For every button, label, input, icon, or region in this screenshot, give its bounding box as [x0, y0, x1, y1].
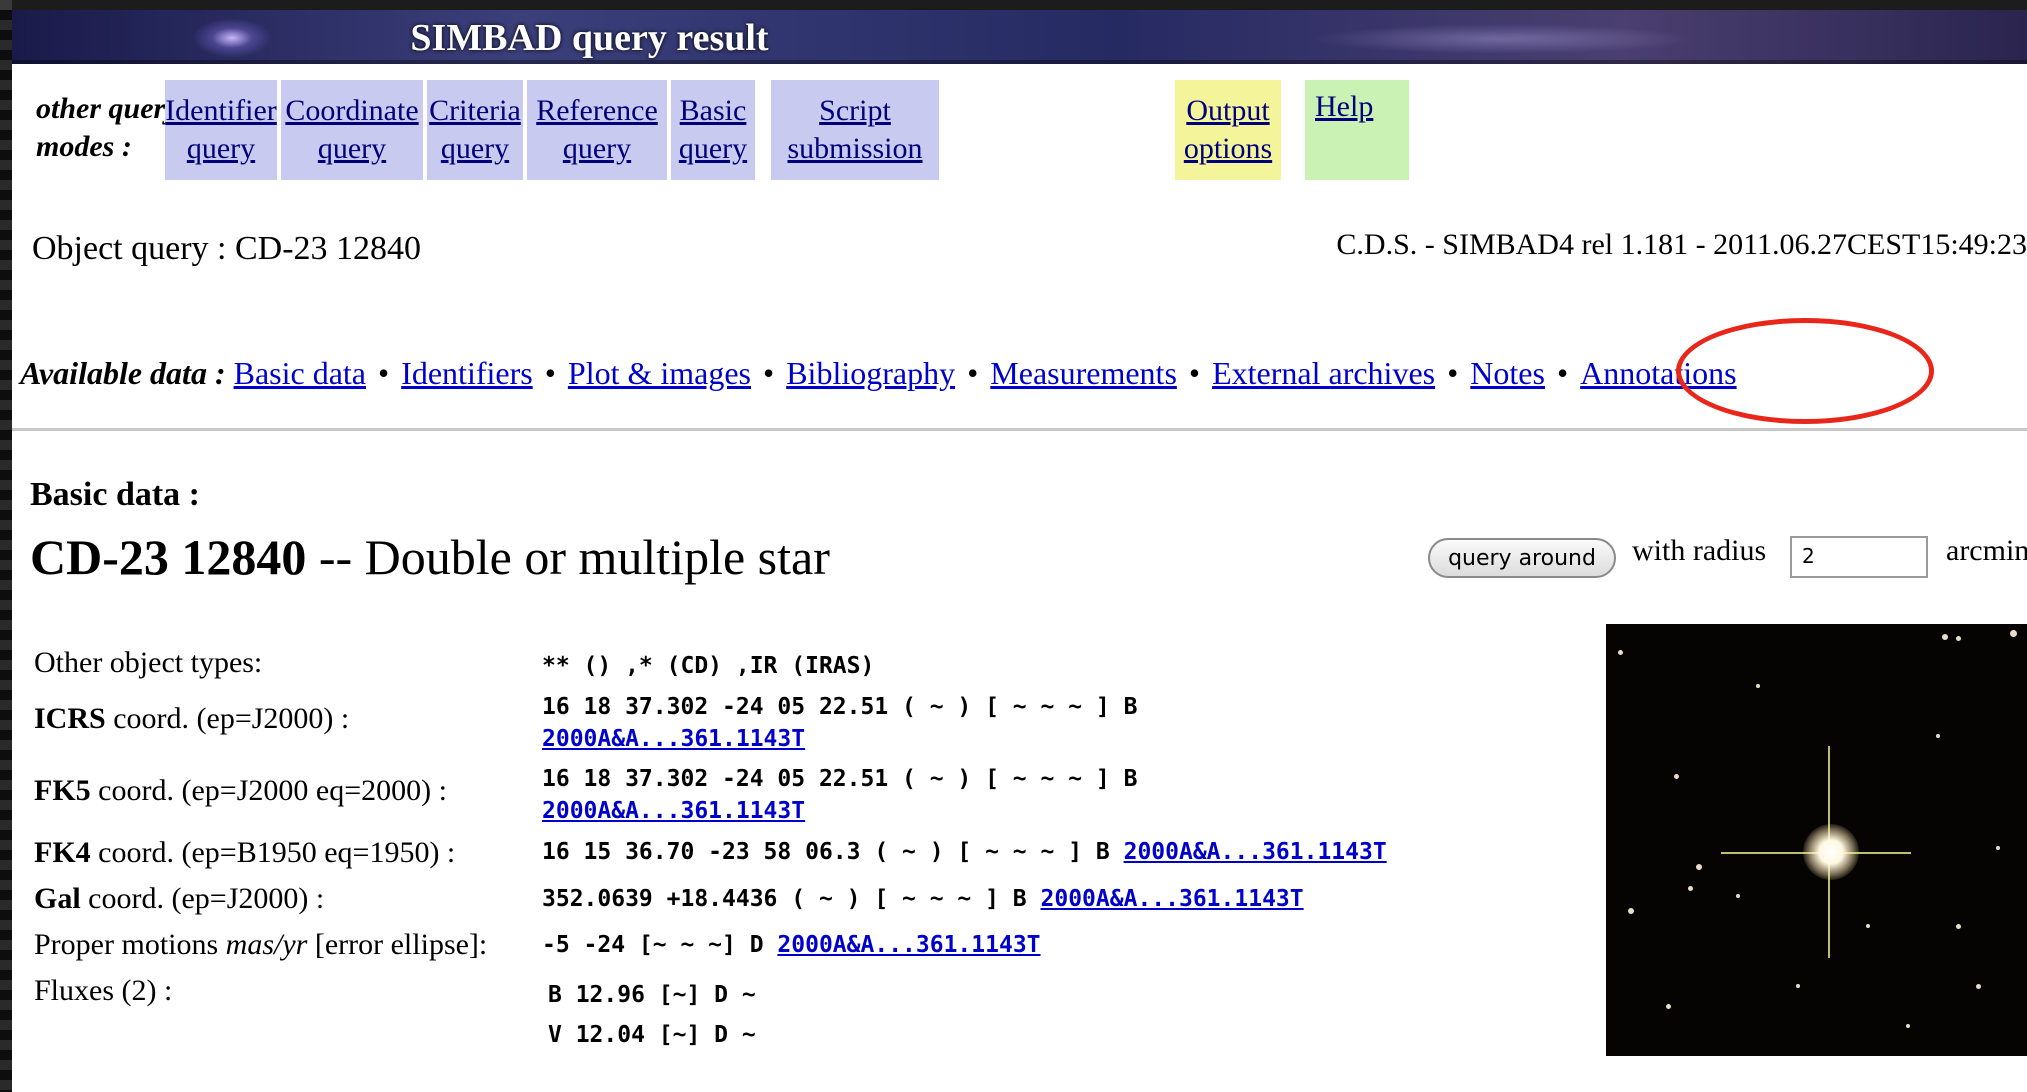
tab-basic-query[interactable]: Basic query [671, 80, 755, 180]
link-ref-fk4[interactable]: 2000A&A...361.1143T [1124, 839, 1387, 865]
available-data-label: Available data : [20, 355, 226, 391]
tab-reference-query[interactable]: Reference query [527, 80, 667, 180]
radius-unit: arcmin [1946, 534, 2027, 567]
ref-fk5: 2000A&A...361.1143T [542, 798, 805, 824]
label-fluxes: Fluxes (2) : [34, 974, 173, 1007]
tab-output-options[interactable]: Output options [1175, 80, 1281, 180]
label-proper-motions: Proper motions mas/yr [error ellipse]: [34, 928, 488, 961]
radius-label: with radius [1632, 534, 1767, 567]
value-fk4: 16 15 36.70 -23 58 06.3 ( ~ ) [ ~ ~ ~ ] … [542, 839, 1387, 865]
link-identifiers[interactable]: Identifiers [401, 355, 533, 391]
target-star-icon [1803, 824, 1859, 880]
banner: SIMBAD query result [12, 10, 2027, 64]
link-ref-gal[interactable]: 2000A&A...361.1143T [1041, 886, 1304, 912]
value-gal: 352.0639 +18.4436 ( ~ ) [ ~ ~ ~ ] B 2000… [542, 886, 1304, 912]
tab-identifier-query[interactable]: Identifier query [165, 80, 277, 180]
radius-input[interactable]: 2 [1790, 536, 1928, 578]
link-plot-images[interactable]: Plot & images [568, 355, 751, 391]
object-type: -- Double or multiple star [306, 529, 830, 585]
annotations-highlight-circle [1676, 318, 1934, 424]
available-data-bar: Available data : Basic data • Identifiers •… [20, 355, 1737, 391]
tab-help[interactable]: Help [1305, 80, 1409, 180]
label-fk4: FK4 coord. (ep=B1950 eq=1950) : [34, 836, 456, 869]
banner-title: SIMBAD query result [410, 17, 769, 59]
value-flux-v: V 12.04 [~] D ~ [548, 1022, 756, 1048]
link-measurements[interactable]: Measurements [990, 355, 1177, 391]
film-border-left [0, 0, 12, 1092]
label-gal: Gal coord. (ep=J2000) : [34, 882, 325, 915]
value-other-object-types: ** () ,* (CD) ,IR (IRAS) [542, 653, 875, 679]
star-field-thumbnail[interactable] [1606, 624, 2027, 1056]
label-other-object-types: Other object types: [34, 646, 263, 679]
link-external-archives[interactable]: External archives [1212, 355, 1435, 391]
value-flux-b: B 12.96 [~] D ~ [548, 982, 756, 1008]
link-bibliography[interactable]: Bibliography [786, 355, 955, 391]
value-proper-motions: -5 -24 [~ ~ ~] D 2000A&A...361.1143T [542, 932, 1041, 958]
link-ref-fk5[interactable]: 2000A&A...361.1143T [542, 798, 805, 824]
release-info: C.D.S. - SIMBAD4 rel 1.181 - 2011.06.27C… [1336, 228, 2027, 261]
ref-icrs: 2000A&A...361.1143T [542, 726, 805, 752]
link-basic-data[interactable]: Basic data [234, 355, 366, 391]
value-fk5: 16 18 37.302 -24 05 22.51 ( ~ ) [ ~ ~ ~ … [542, 766, 1138, 792]
divider [12, 428, 2027, 431]
film-border-top [0, 0, 12, 10]
link-notes[interactable]: Notes [1470, 355, 1545, 391]
simbad-page: SIMBAD query result other query modes : … [12, 10, 2027, 1092]
object-id: CD-23 12840 [30, 529, 307, 585]
value-icrs: 16 18 37.302 -24 05 22.51 ( ~ ) [ ~ ~ ~ … [542, 694, 1138, 720]
label-icrs: ICRS coord. (ep=J2000) : [34, 702, 350, 735]
link-ref-pm[interactable]: 2000A&A...361.1143T [777, 932, 1040, 958]
object-query-title: Object query : CD-23 12840 [32, 230, 422, 267]
tab-criteria-query[interactable]: Criteria query [427, 80, 523, 180]
tab-coordinate-query[interactable]: Coordinate query [281, 80, 423, 180]
object-title: CD-23 12840 -- Double or multiple star [30, 528, 830, 586]
label-fk5: FK5 coord. (ep=J2000 eq=2000) : [34, 774, 447, 807]
basic-data-heading: Basic data : [30, 476, 200, 513]
query-around-button[interactable]: query around [1428, 538, 1616, 578]
tab-script-submission[interactable]: Script submission [771, 80, 939, 180]
link-ref-icrs[interactable]: 2000A&A...361.1143T [542, 726, 805, 752]
